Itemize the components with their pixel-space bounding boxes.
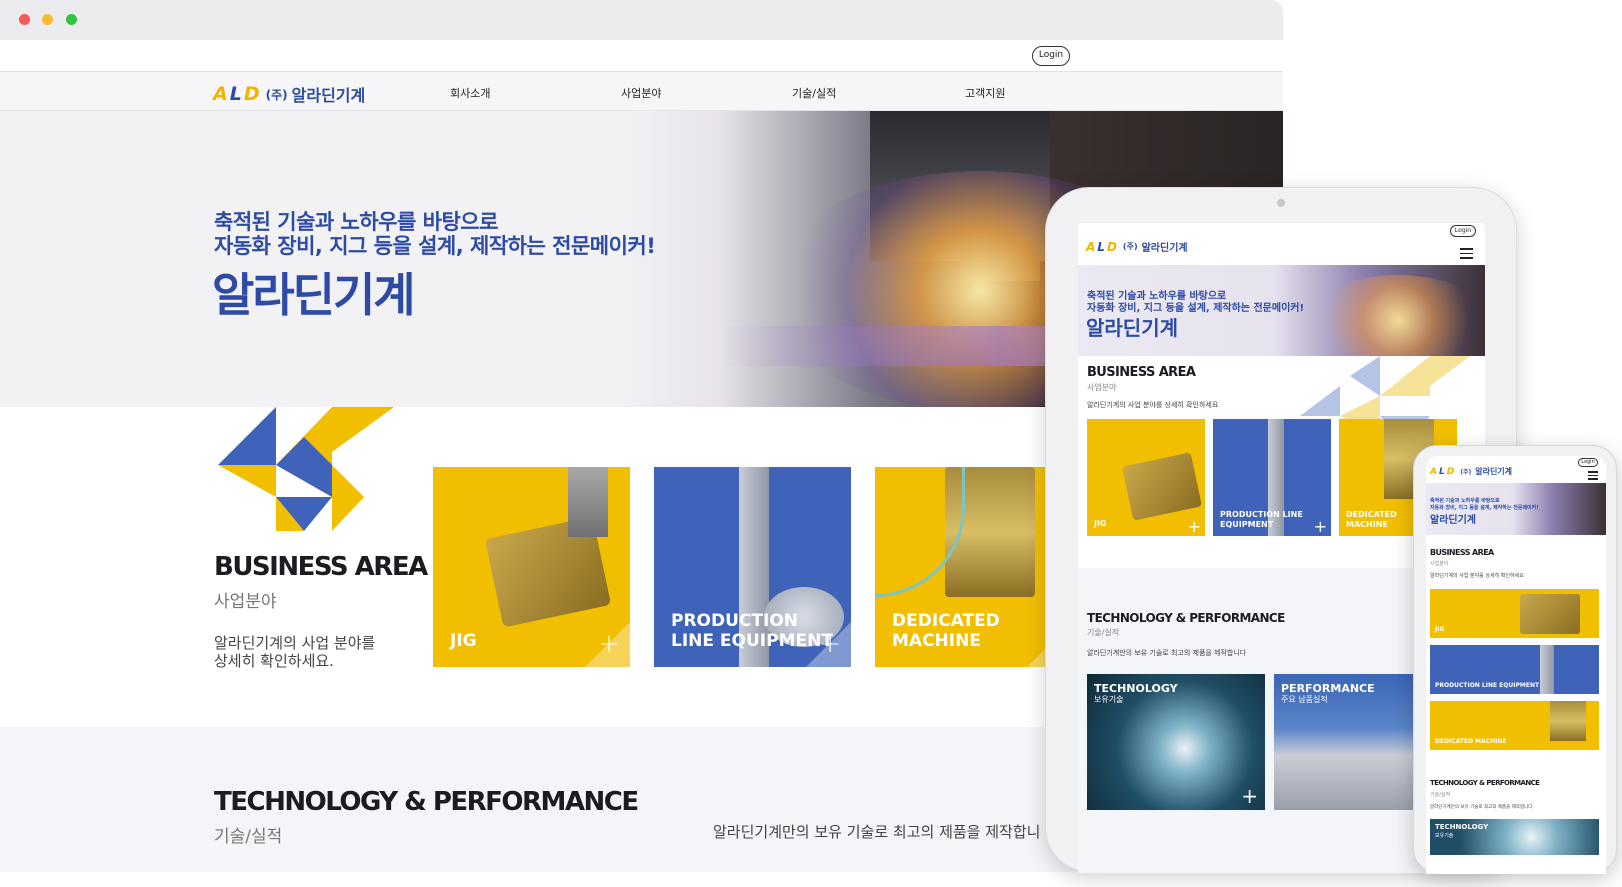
logo-corp: (주) xyxy=(265,87,288,102)
tablet-card-production-label2: EQUIPMENT xyxy=(1220,520,1274,529)
card-dedicated-label-line1: DEDICATED xyxy=(892,611,1000,631)
phone-dedicated-image xyxy=(1550,701,1586,741)
tablet-jig-image xyxy=(1122,452,1202,521)
tablet-logo-corp: (주) xyxy=(1122,242,1138,251)
tablet-logo-mark: ALD xyxy=(1086,239,1119,254)
phone-hero-title: 알라딘기계 xyxy=(1430,515,1476,526)
main-navigation: ALD (주) 알라딘기계 회사소개 사업분야 기술/실적 고객지원 xyxy=(0,72,1283,111)
phone-logo-name: 알라딘기계 xyxy=(1475,467,1513,476)
tablet-tech-subtitle: 기술/실적 xyxy=(1087,628,1120,637)
phone-production-image xyxy=(1540,645,1554,694)
tablet-tech-title: TECHNOLOGY & PERFORMANCE xyxy=(1087,611,1285,625)
phone-business-desc: 알라딘기계의 사업 분야를 상세히 확인하세요 xyxy=(1430,573,1524,579)
phone-card-jig[interactable]: JIG xyxy=(1430,589,1599,638)
plus-icon: + xyxy=(1241,784,1258,808)
window-maximize-dot[interactable] xyxy=(66,14,77,25)
card-production-label-line1: PRODUCTION xyxy=(671,611,798,631)
phone-logo-corp: (주) xyxy=(1460,469,1472,476)
tablet-logo-name: 알라딘기계 xyxy=(1141,243,1188,254)
nav-item-support[interactable]: 고객지원 xyxy=(965,85,1005,101)
business-area-subtitle: 사업분야 xyxy=(214,592,277,612)
phone-login-button[interactable]: Login xyxy=(1578,458,1598,467)
business-area-title: BUSINESS AREA xyxy=(214,552,428,582)
technology-subtitle: 기술/실적 xyxy=(214,827,283,847)
phone-business-subtitle: 사업분야 xyxy=(1430,561,1449,567)
hamburger-menu-icon[interactable] xyxy=(1460,248,1473,262)
tablet-business-title: BUSINESS AREA xyxy=(1087,365,1196,380)
tablet-hero-sparks xyxy=(1308,275,1485,356)
tablet-technology-card[interactable]: TECHNOLOGY 보유기술 + xyxy=(1087,674,1265,810)
phone-tech-title: TECHNOLOGY & PERFORMANCE xyxy=(1430,779,1540,787)
utility-bar: Login xyxy=(0,40,1283,72)
login-button[interactable]: Login xyxy=(1032,46,1070,66)
hero-title: 알라딘기계 xyxy=(212,268,416,322)
phone-card-jig-label: JIG xyxy=(1435,626,1445,633)
card-dedicated-machine[interactable]: DEDICATED MACHINE xyxy=(875,467,1072,667)
card-jig[interactable]: JIG + xyxy=(433,467,630,667)
window-minimize-dot[interactable] xyxy=(42,14,53,25)
nav-item-business[interactable]: 사업분야 xyxy=(621,85,661,101)
tablet-card-dedicated-label2: MACHINE xyxy=(1346,520,1388,529)
technology-title: TECHNOLOGY & PERFORMANCE xyxy=(214,787,639,817)
phone-hero: 축적된 기술과 노하우를 바탕으로 자동화 장비, 지그 등을 설계, 제작하는… xyxy=(1426,483,1606,535)
phone-technology-card-title: TECHNOLOGY xyxy=(1435,823,1489,831)
hero-tagline-line2: 자동화 장비, 지그 등을 설계, 제작하는 전문메이커! xyxy=(214,234,656,258)
business-area-desc-line2: 상세히 확인하세요. xyxy=(214,652,334,670)
tablet-performance-card[interactable]: PERFORMANCE 주요 납품실적 xyxy=(1274,674,1414,810)
tablet-card-jig[interactable]: JIG + xyxy=(1087,419,1205,536)
tablet-card-jig-label: JIG xyxy=(1094,519,1107,528)
phone-card-production-label: PRODUCTION LINE EQUIPMENT xyxy=(1435,682,1540,689)
plus-icon: + xyxy=(1187,517,1201,536)
pinwheel-logo xyxy=(218,407,394,531)
phone-technology-card-sub: 보유기술 xyxy=(1435,833,1454,839)
tablet-hero-title: 알라딘기계 xyxy=(1086,316,1178,340)
tablet-card-production[interactable]: PRODUCTION LINE EQUIPMENT + xyxy=(1213,419,1331,536)
showcase-stage: Login ALD (주) 알라딘기계 회사소개 사업분야 기술/실적 고객지원… xyxy=(0,0,1622,887)
phone-card-dedicated-label: DEDICATED MACHINE xyxy=(1435,738,1507,745)
card-jig-label: JIG xyxy=(450,631,477,651)
tablet-technology-card-sub: 보유기술 xyxy=(1094,695,1124,704)
nav-item-technology[interactable]: 기술/실적 xyxy=(792,85,836,101)
tablet-camera xyxy=(1277,199,1285,207)
card-production-line-equipment[interactable]: PRODUCTION LINE EQUIPMENT + xyxy=(654,467,851,667)
phone-logo-mark: ALD xyxy=(1430,466,1457,477)
site-logo[interactable]: ALD (주) 알라딘기계 xyxy=(213,82,365,106)
tablet-hero: 축적된 기술과 노하우를 바탕으로 자동화 장비, 지그 등을 설계, 제작하는… xyxy=(1078,265,1485,356)
card-production-label-line2: LINE EQUIPMENT xyxy=(671,631,833,651)
browser-titlebar xyxy=(0,0,1283,40)
phone-logo[interactable]: ALD (주) 알라딘기계 xyxy=(1430,466,1512,477)
tablet-tech-desc: 알라딘기계만의 보유 기술로 최고의 제품을 제작합니다 xyxy=(1087,649,1247,657)
tablet-logo[interactable]: ALD (주) 알라딘기계 xyxy=(1086,239,1188,255)
hamburger-menu-icon[interactable] xyxy=(1588,471,1598,483)
phone-technology-card[interactable]: TECHNOLOGY 보유기술 xyxy=(1430,819,1599,855)
phone-jig-image xyxy=(1520,594,1580,634)
card-production-label: PRODUCTION LINE EQUIPMENT xyxy=(671,611,833,651)
phone-tech-desc: 알라딘기계만의 보유 기술로 최고의 제품을 제작합니다 xyxy=(1430,805,1533,810)
tablet-login-button[interactable]: Login xyxy=(1450,225,1476,237)
tablet-card-dedicated-label1: DEDICATED xyxy=(1346,510,1397,519)
card-dedicated-label-line2: MACHINE xyxy=(892,631,981,651)
logo-mark: ALD xyxy=(213,83,262,105)
phone-hero-line2: 자동화 장비, 지그 등을 설계, 제작하는 전문메이커! xyxy=(1430,505,1539,511)
tablet-performance-card-sub: 주요 납품실적 xyxy=(1281,695,1328,704)
nav-item-company[interactable]: 회사소개 xyxy=(450,85,490,101)
plus-icon: + xyxy=(598,629,620,659)
tablet-card-production-label1: PRODUCTION LINE xyxy=(1220,510,1303,519)
phone-hero-line1: 축적된 기술과 노하우를 바탕으로 xyxy=(1430,498,1500,504)
phone-tech-subtitle: 기술/실적 xyxy=(1430,792,1451,798)
phone-card-production[interactable]: PRODUCTION LINE EQUIPMENT xyxy=(1430,645,1599,694)
jig-clamp-image xyxy=(568,467,608,537)
tablet-business-desc: 알라딘기계의 사업 분야를 상세히 확인하세요 xyxy=(1087,401,1219,409)
phone-device: Login ALD (주) 알라딘기계 축적된 기술과 노하우를 바탕으로 자동… xyxy=(1413,445,1617,874)
technology-description: 알라딘기계만의 보유 기술로 최고의 제품을 제작합니 xyxy=(713,823,1041,841)
window-close-dot[interactable] xyxy=(19,14,30,25)
phone-business-title: BUSINESS AREA xyxy=(1430,548,1494,557)
phone-card-dedicated[interactable]: DEDICATED MACHINE xyxy=(1430,701,1599,750)
tablet-business-subtitle: 사업분야 xyxy=(1087,383,1117,392)
plus-icon: + xyxy=(1313,517,1327,536)
plus-icon: + xyxy=(819,629,841,659)
card-dedicated-label: DEDICATED MACHINE xyxy=(892,611,1000,651)
logo-name: 알라딘기계 xyxy=(291,86,366,105)
phone-screen: Login ALD (주) 알라딘기계 축적된 기술과 노하우를 바탕으로 자동… xyxy=(1426,456,1606,874)
